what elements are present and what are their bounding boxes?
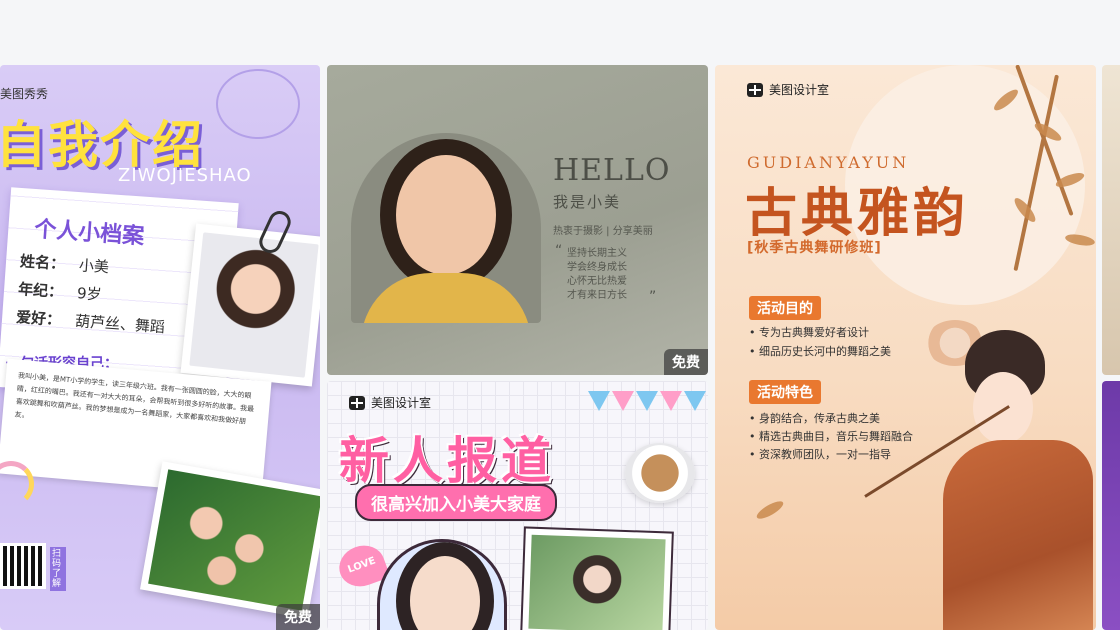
bunting-flags-decoration [582, 381, 708, 421]
dancer-robe [943, 440, 1093, 630]
template-card-partial-top[interactable] [1102, 65, 1120, 375]
field-label: 年纪： [17, 280, 64, 302]
section-item: • 身韵结合，传承古典之美 [749, 412, 880, 425]
qr-code-icon [0, 543, 46, 589]
template-card-partial-bottom[interactable] [1102, 381, 1120, 630]
field-value: 9岁 [76, 284, 103, 304]
kid-photo [180, 223, 320, 387]
section-item: • 精选古典曲目，音乐与舞蹈融合 [749, 430, 913, 443]
meitu-logo-icon [349, 395, 365, 410]
brand-text: 美图设计室 [371, 396, 432, 410]
quote-line: 坚持长期主义 [567, 248, 627, 259]
tagline-text: 热衷于摄影 | 分享美丽 [553, 226, 653, 237]
field-value: 葫芦丝、舞蹈 [74, 312, 166, 337]
profile-field-name: 姓名： 小美 [19, 250, 109, 277]
quote-line: 心怀无比热爱 [567, 276, 627, 287]
portrait-face [396, 155, 496, 275]
field-value: 小美 [78, 256, 110, 277]
card-title: 古典雅韵 [745, 183, 970, 244]
open-quote-icon: “ [555, 243, 563, 259]
profile-title: 个人小档案 [33, 217, 145, 250]
intro-text: 我是小美 [553, 193, 622, 211]
quote-line: 才有来日方长 [567, 290, 627, 301]
kid-photo-image [189, 232, 319, 378]
pinyin-subtitle: GUDIANYAYUN [747, 153, 910, 172]
flag-shape [612, 391, 634, 411]
card-subtitle: ZIWOJIESHAO [118, 165, 252, 186]
class-name: [秋季古典舞研修班] [747, 240, 882, 256]
section-title-purpose: 活动目的 [749, 296, 821, 320]
portrait-body [361, 273, 531, 323]
brand-text: 美图设计室 [769, 83, 830, 97]
brand-label: 美图秀秀 [0, 87, 49, 101]
template-card-self-intro[interactable]: 美图秀秀 自我介绍 ZIWOJIESHAO 个人小档案 姓名： 小美 年纪： 9岁 … [0, 65, 320, 630]
polaroid-photo [520, 526, 674, 630]
coffee-cup-icon [625, 443, 695, 503]
template-card-classical-dance[interactable]: 美图设计室 GUDIANYAYUN 古典雅韵 [秋季古典舞研修班] 活动目的 •… [715, 65, 1096, 630]
brand-label: 美图设计室 [747, 81, 829, 98]
bamboo-leaf [754, 498, 786, 522]
top-bar [0, 0, 1120, 64]
portrait-photo [377, 539, 507, 630]
field-label: 爱好： [15, 307, 62, 330]
section-item: • 细品历史长河中的舞蹈之美 [749, 345, 891, 358]
card-title: 新人报道 [339, 432, 555, 490]
quote-block: 坚持长期主义 学会终身成长 心怀无比热爱 才有来日方长 [567, 247, 627, 303]
template-card-hello[interactable]: HELLO 我是小美 热衷于摄影 | 分享美丽 “ 坚持长期主义 学会终身成长 … [327, 65, 708, 375]
bamboo-leaf [1064, 232, 1096, 248]
meitu-logo-icon [747, 82, 763, 97]
brand-label: 美图设计室 [349, 394, 431, 411]
flag-shape [660, 391, 682, 411]
free-badge: 免费 [664, 349, 708, 375]
portrait-photo [351, 133, 541, 323]
family-photo-image [148, 469, 320, 611]
polaroid-image [528, 534, 666, 630]
section-item: • 专为古典舞爱好者设计 [749, 326, 869, 339]
section-title-features: 活动特色 [749, 380, 821, 404]
quote-line: 学会终身成长 [567, 262, 627, 273]
flag-shape [588, 391, 610, 411]
family-photo [140, 461, 320, 619]
hello-heading: HELLO [553, 153, 671, 188]
field-label: 姓名： [19, 252, 66, 274]
free-badge: 免费 [276, 604, 320, 630]
qr-label: 扫码了解 [50, 547, 66, 591]
classical-dancer-illustration [925, 300, 1096, 630]
flag-shape [684, 391, 706, 411]
flag-shape [636, 391, 658, 411]
section-item: • 资深教师团队，一对一指导 [749, 448, 891, 461]
profile-field-age: 年纪： 9岁 [17, 278, 103, 305]
card-subtitle: 很高兴加入小美大家庭 [355, 484, 557, 521]
template-card-newcomer[interactable]: 美图设计室 新人报道 很高兴加入小美大家庭 LOVE [327, 381, 708, 630]
doodle-sun-decoration [216, 69, 300, 139]
profile-field-hobby: 爱好： 葫芦丝、舞蹈 [16, 306, 166, 337]
close-quote-icon: ” [649, 289, 657, 305]
